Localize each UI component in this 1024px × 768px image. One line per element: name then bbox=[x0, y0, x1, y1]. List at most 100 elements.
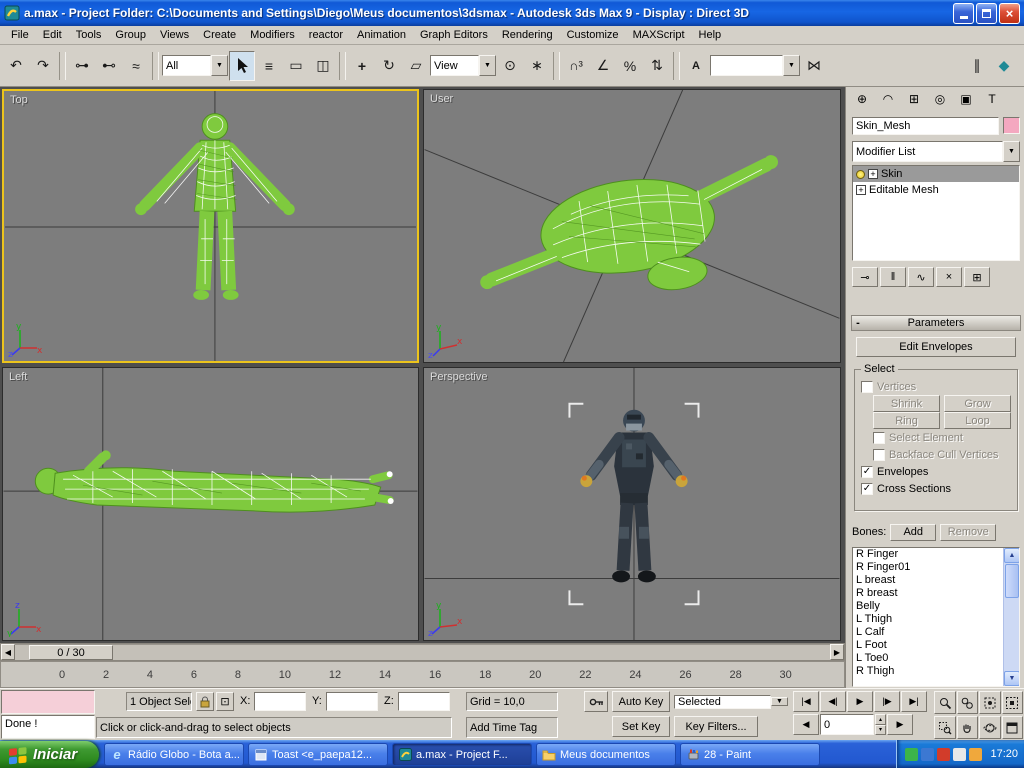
bone-list-item[interactable]: R breast bbox=[853, 587, 1019, 600]
next-key-icon[interactable]: ▶ bbox=[887, 714, 913, 735]
chevron-down-icon[interactable]: ▼ bbox=[783, 55, 800, 76]
taskbar-task-radio-globo[interactable]: e Rádio Globo - Bota a... bbox=[104, 743, 244, 766]
x-coordinate-field[interactable] bbox=[254, 692, 306, 711]
bone-list-item[interactable]: R Finger bbox=[853, 548, 1019, 561]
scrollbar-thumb[interactable] bbox=[1005, 564, 1019, 598]
maxscript-macro-recorder[interactable] bbox=[1, 690, 95, 714]
maxscript-listener[interactable]: Done ! bbox=[1, 715, 95, 739]
spinner-snap-icon[interactable]: ⇅ bbox=[644, 51, 670, 81]
menu-rendering[interactable]: Rendering bbox=[495, 27, 560, 43]
select-object-button[interactable] bbox=[229, 51, 255, 81]
key-filters-button[interactable]: Key Filters... bbox=[674, 716, 758, 737]
messenger-tray-icon[interactable] bbox=[905, 748, 918, 761]
menu-graph-editors[interactable]: Graph Editors bbox=[413, 27, 495, 43]
chevron-down-icon[interactable]: ▼ bbox=[771, 697, 788, 706]
set-key-button[interactable]: Set Key bbox=[612, 716, 670, 737]
antivirus-tray-icon[interactable] bbox=[937, 748, 950, 761]
time-slider-track[interactable]: 0 / 30 bbox=[15, 644, 830, 660]
volume-tray-icon[interactable] bbox=[953, 748, 966, 761]
start-button[interactable]: Iniciar bbox=[0, 741, 99, 768]
bone-list-item[interactable]: L breast bbox=[853, 574, 1019, 587]
minimize-button[interactable] bbox=[953, 3, 974, 24]
ring-button[interactable]: Ring bbox=[873, 412, 940, 429]
top-viewport-scene[interactable] bbox=[4, 91, 417, 361]
bind-to-spacewarp-icon[interactable]: ≈ bbox=[123, 51, 149, 81]
left-viewport-scene[interactable] bbox=[3, 368, 418, 640]
select-and-scale-icon[interactable]: ▱ bbox=[403, 51, 429, 81]
display-tab-icon[interactable]: ▣ bbox=[954, 89, 978, 109]
taskbar-task-paint[interactable]: 28 - Paint bbox=[680, 743, 820, 766]
zoom-extents-icon[interactable] bbox=[979, 691, 1001, 714]
menu-animation[interactable]: Animation bbox=[350, 27, 413, 43]
select-and-rotate-icon[interactable]: ↻ bbox=[376, 51, 402, 81]
menu-group[interactable]: Group bbox=[108, 27, 153, 43]
hierarchy-tab-icon[interactable]: ⊞ bbox=[902, 89, 926, 109]
select-by-name-icon[interactable]: ≡ bbox=[256, 51, 282, 81]
select-and-manipulate-icon[interactable]: ∗ bbox=[524, 51, 550, 81]
network-tray-icon[interactable] bbox=[921, 748, 934, 761]
grow-button[interactable]: Grow bbox=[944, 395, 1011, 412]
bone-list-item[interactable]: L Calf bbox=[853, 626, 1019, 639]
use-pivot-point-center-icon[interactable]: ⊙ bbox=[497, 51, 523, 81]
select-element-checkbox[interactable]: ✓ bbox=[873, 432, 885, 444]
time-slider-thumb[interactable]: 0 / 30 bbox=[29, 645, 113, 660]
set-key-mode-icon[interactable] bbox=[584, 691, 608, 712]
zoom-all-icon[interactable] bbox=[957, 691, 979, 714]
shrink-button[interactable]: Shrink bbox=[873, 395, 940, 412]
rectangular-selection-region-icon[interactable]: ▭ bbox=[283, 51, 309, 81]
collapse-icon[interactable]: - bbox=[852, 317, 864, 329]
modify-tab-icon[interactable]: ◠ bbox=[876, 89, 900, 109]
named-selection-sets-dropdown[interactable]: ▼ bbox=[710, 55, 800, 76]
viewport-label[interactable]: User bbox=[430, 93, 453, 105]
menu-create[interactable]: Create bbox=[196, 27, 243, 43]
material-editor-icon[interactable]: ◆ bbox=[991, 51, 1017, 81]
bones-scrollbar[interactable]: ▲ ▼ bbox=[1003, 548, 1019, 686]
viewport-label[interactable]: Left bbox=[9, 371, 27, 383]
zoom-extents-all-icon[interactable] bbox=[1002, 691, 1024, 714]
taskbar-task-toast[interactable]: Toast <e_paepa12... bbox=[248, 743, 388, 766]
scroll-up-icon[interactable]: ▲ bbox=[1004, 548, 1020, 563]
add-time-tag[interactable]: Add Time Tag bbox=[466, 717, 558, 738]
reference-coordinate-system-dropdown[interactable]: View ▼ bbox=[430, 55, 496, 76]
vertices-checkbox[interactable]: ✓ bbox=[861, 381, 873, 393]
maximize-viewport-toggle-icon[interactable] bbox=[1002, 716, 1024, 739]
menu-file[interactable]: File bbox=[4, 27, 36, 43]
selection-lock-icon[interactable] bbox=[196, 692, 214, 711]
next-frame-icon[interactable]: |▶ bbox=[874, 691, 900, 712]
show-end-result-icon[interactable]: ‖ bbox=[880, 267, 906, 287]
viewport-label[interactable]: Perspective bbox=[430, 371, 487, 383]
edit-named-selection-sets-icon[interactable]: A bbox=[683, 51, 709, 81]
selection-filter-dropdown[interactable]: All ▼ bbox=[162, 55, 228, 76]
redo-icon[interactable]: ↷ bbox=[30, 51, 56, 81]
edit-envelopes-button[interactable]: Edit Envelopes bbox=[856, 337, 1016, 357]
frame-spinner[interactable]: ▴ ▾ bbox=[875, 714, 886, 735]
make-unique-icon[interactable]: ∿ bbox=[908, 267, 934, 287]
snaps-toggle-icon[interactable]: ∩³ bbox=[563, 51, 589, 81]
time-slider-left-icon[interactable]: ◀ bbox=[1, 644, 15, 660]
chevron-down-icon[interactable]: ▼ bbox=[479, 55, 496, 76]
track-bar[interactable]: 0 2 4 6 8 10 12 14 16 18 20 22 24 26 28 … bbox=[0, 661, 845, 688]
object-name-field[interactable]: Skin_Mesh bbox=[852, 117, 999, 135]
bone-list-item[interactable]: L Thigh bbox=[853, 613, 1019, 626]
select-and-link-icon[interactable]: ⊶ bbox=[69, 51, 95, 81]
absolute-mode-icon[interactable]: ⊡ bbox=[216, 692, 234, 711]
chevron-down-icon[interactable]: ▼ bbox=[1003, 141, 1020, 162]
window-crossing-icon[interactable]: ◫ bbox=[310, 51, 336, 81]
add-bone-button[interactable]: Add bbox=[890, 524, 936, 541]
create-tab-icon[interactable]: ⊕ bbox=[850, 89, 874, 109]
user-viewport-scene[interactable] bbox=[424, 90, 840, 362]
viewport-top[interactable]: Top bbox=[2, 89, 419, 363]
menu-views[interactable]: Views bbox=[153, 27, 196, 43]
play-icon[interactable]: ▶ bbox=[847, 691, 873, 712]
angle-snap-icon[interactable]: ∠ bbox=[590, 51, 616, 81]
time-slider-right-icon[interactable]: ▶ bbox=[830, 644, 844, 660]
object-color-swatch[interactable] bbox=[1003, 117, 1020, 134]
expand-icon[interactable]: + bbox=[856, 185, 866, 195]
mirror-icon[interactable]: ⋈ bbox=[801, 51, 827, 81]
unlink-selection-icon[interactable]: ⊷ bbox=[96, 51, 122, 81]
chevron-down-icon[interactable]: ▼ bbox=[211, 55, 228, 76]
menu-help[interactable]: Help bbox=[692, 27, 729, 43]
viewport-perspective[interactable]: Perspective bbox=[423, 367, 841, 641]
envelopes-checkbox[interactable]: ✓ bbox=[861, 466, 873, 478]
zoom-region-icon[interactable] bbox=[934, 716, 956, 739]
